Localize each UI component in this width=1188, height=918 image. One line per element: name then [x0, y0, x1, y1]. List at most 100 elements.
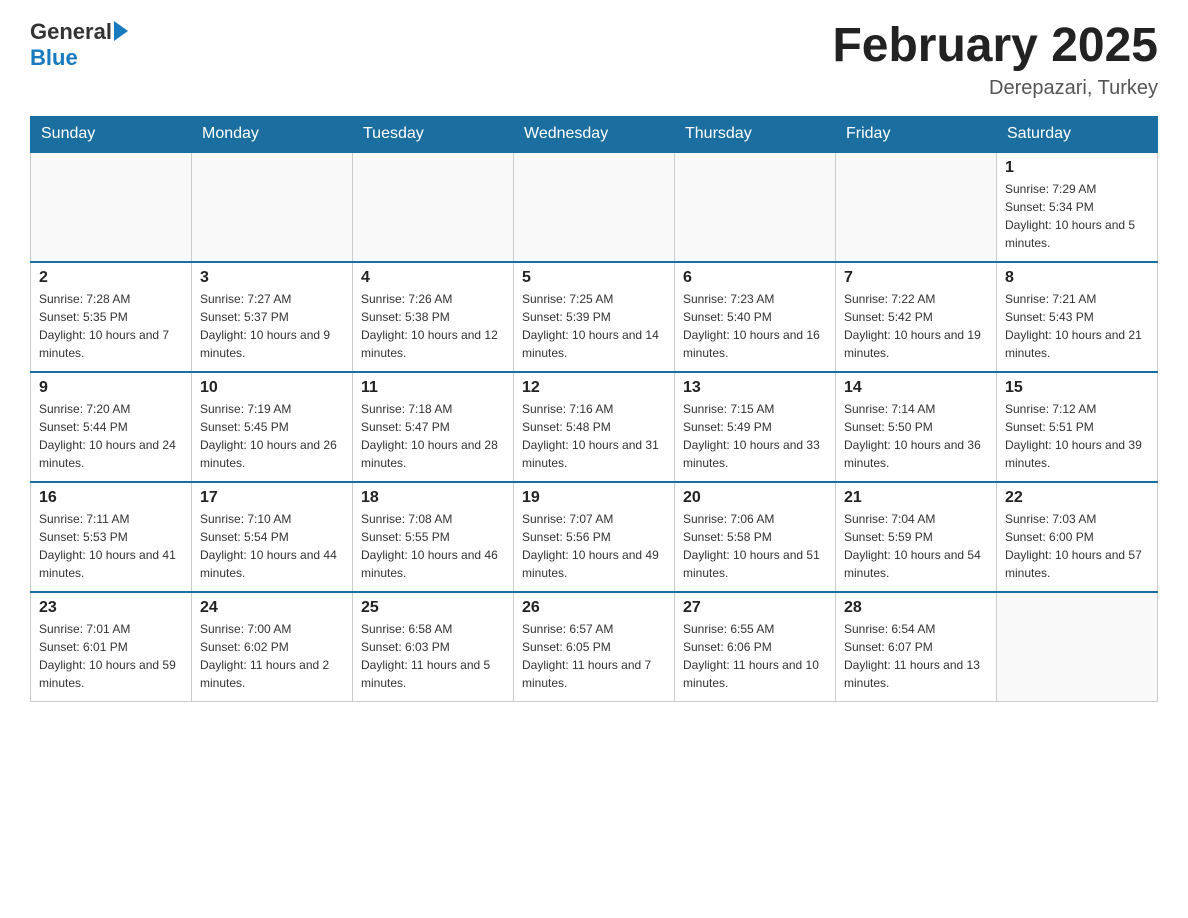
day-cell: 4Sunrise: 7:26 AMSunset: 5:38 PMDaylight… [353, 262, 514, 372]
day-info: Sunrise: 6:54 AMSunset: 6:07 PMDaylight:… [844, 620, 988, 692]
day-cell: 6 Sunrise: 7:23 AMSunset: 5:40 PMDaylight… [675, 262, 836, 372]
day-number: 9 [39, 379, 183, 397]
day-info: Sunrise: 7:21 AMSunset: 5:43 PMDaylight:… [1005, 290, 1149, 362]
day-number: 17 [200, 489, 344, 507]
day-cell: 20 Sunrise: 7:06 AMSunset: 5:58 PMDayligh… [675, 482, 836, 592]
day-info: Sunrise: 7:25 AMSunset: 5:39 PMDaylight:… [522, 290, 666, 362]
day-info: Sunrise: 7:28 AMSunset: 5:35 PMDaylight:… [39, 290, 183, 362]
day-cell: 19 Sunrise: 7:07 AMSunset: 5:56 PMDayligh… [514, 482, 675, 592]
day-cell: 10Sunrise: 7:19 AMSunset: 5:45 PMDayligh… [192, 372, 353, 482]
day-cell: 2 Sunrise: 7:28 AMSunset: 5:35 PMDaylight… [31, 262, 192, 372]
day-info: Sunrise: 7:29 AMSunset: 5:34 PMDaylight:… [1005, 180, 1149, 252]
week-row-4: 16 Sunrise: 7:11 AMSunset: 5:53 PMDayligh… [31, 482, 1158, 592]
day-info: Sunrise: 7:04 AMSunset: 5:59 PMDaylight:… [844, 510, 988, 582]
day-info: Sunrise: 7:20 AMSunset: 5:44 PMDaylight:… [39, 400, 183, 472]
day-cell: 11 Sunrise: 7:18 AMSunset: 5:47 PMDayligh… [353, 372, 514, 482]
day-info: Sunrise: 7:16 AMSunset: 5:48 PMDaylight:… [522, 400, 666, 472]
day-info: Sunrise: 7:07 AMSunset: 5:56 PMDaylight:… [522, 510, 666, 582]
day-cell: 18 Sunrise: 7:08 AMSunset: 5:55 PMDayligh… [353, 482, 514, 592]
day-cell [514, 152, 675, 262]
day-info: Sunrise: 7:27 AMSunset: 5:37 PMDaylight:… [200, 290, 344, 362]
day-number: 13 [683, 379, 827, 397]
day-number: 1 [1005, 159, 1149, 177]
day-info: Sunrise: 7:01 AMSunset: 6:01 PMDaylight:… [39, 620, 183, 692]
day-cell [31, 152, 192, 262]
day-number: 7 [844, 269, 988, 287]
day-number: 22 [1005, 489, 1149, 507]
day-cell: 26 Sunrise: 6:57 AMSunset: 6:05 PMDayligh… [514, 592, 675, 702]
col-saturday: Saturday [997, 116, 1158, 152]
week-row-1: 1 Sunrise: 7:29 AMSunset: 5:34 PMDaylight… [31, 152, 1158, 262]
day-cell: 22 Sunrise: 7:03 AMSunset: 6:00 PMDayligh… [997, 482, 1158, 592]
day-info: Sunrise: 7:12 AMSunset: 5:51 PMDaylight:… [1005, 400, 1149, 472]
day-info: Sunrise: 7:18 AMSunset: 5:47 PMDaylight:… [361, 400, 505, 472]
day-number: 25 [361, 599, 505, 617]
day-cell: 28 Sunrise: 6:54 AMSunset: 6:07 PMDayligh… [836, 592, 997, 702]
col-wednesday: Wednesday [514, 116, 675, 152]
day-number: 15 [1005, 379, 1149, 397]
day-info: Sunrise: 6:58 AMSunset: 6:03 PMDaylight:… [361, 620, 505, 692]
calendar-table: Sunday Monday Tuesday Wednesday Thursday… [30, 116, 1158, 703]
day-number: 20 [683, 489, 827, 507]
day-number: 14 [844, 379, 988, 397]
page-header: General Blue February 2025 Derepazari, T… [30, 20, 1158, 100]
calendar-title: February 2025 [832, 20, 1158, 73]
day-cell: 23 Sunrise: 7:01 AMSunset: 6:01 PMDayligh… [31, 592, 192, 702]
day-cell [353, 152, 514, 262]
day-number: 3 [200, 269, 344, 287]
day-cell: 25 Sunrise: 6:58 AMSunset: 6:03 PMDayligh… [353, 592, 514, 702]
day-number: 6 [683, 269, 827, 287]
logo-blue-text: Blue [30, 45, 78, 70]
day-cell [836, 152, 997, 262]
logo: General Blue [30, 20, 128, 70]
day-info: Sunrise: 7:10 AMSunset: 5:54 PMDaylight:… [200, 510, 344, 582]
day-info: Sunrise: 6:57 AMSunset: 6:05 PMDaylight:… [522, 620, 666, 692]
calendar-header-row: Sunday Monday Tuesday Wednesday Thursday… [31, 116, 1158, 152]
day-cell: 8 Sunrise: 7:21 AMSunset: 5:43 PMDaylight… [997, 262, 1158, 372]
day-cell: 16 Sunrise: 7:11 AMSunset: 5:53 PMDayligh… [31, 482, 192, 592]
day-number: 16 [39, 489, 183, 507]
week-row-2: 2 Sunrise: 7:28 AMSunset: 5:35 PMDaylight… [31, 262, 1158, 372]
col-friday: Friday [836, 116, 997, 152]
day-cell: 12 Sunrise: 7:16 AMSunset: 5:48 PMDayligh… [514, 372, 675, 482]
day-number: 11 [361, 379, 505, 397]
day-cell: 5Sunrise: 7:25 AMSunset: 5:39 PMDaylight… [514, 262, 675, 372]
day-cell: 21 Sunrise: 7:04 AMSunset: 5:59 PMDayligh… [836, 482, 997, 592]
day-number: 12 [522, 379, 666, 397]
day-cell: 15 Sunrise: 7:12 AMSunset: 5:51 PMDayligh… [997, 372, 1158, 482]
day-cell: 27Sunrise: 6:55 AMSunset: 6:06 PMDayligh… [675, 592, 836, 702]
day-cell: 13Sunrise: 7:15 AMSunset: 5:49 PMDayligh… [675, 372, 836, 482]
col-monday: Monday [192, 116, 353, 152]
day-number: 18 [361, 489, 505, 507]
week-row-5: 23 Sunrise: 7:01 AMSunset: 6:01 PMDayligh… [31, 592, 1158, 702]
col-thursday: Thursday [675, 116, 836, 152]
title-block: February 2025 Derepazari, Turkey [832, 20, 1158, 100]
day-cell: 3 Sunrise: 7:27 AMSunset: 5:37 PMDaylight… [192, 262, 353, 372]
day-info: Sunrise: 7:03 AMSunset: 6:00 PMDaylight:… [1005, 510, 1149, 582]
day-info: Sunrise: 7:14 AMSunset: 5:50 PMDaylight:… [844, 400, 988, 472]
day-number: 27 [683, 599, 827, 617]
day-cell [192, 152, 353, 262]
day-info: Sunrise: 7:26 AMSunset: 5:38 PMDaylight:… [361, 290, 505, 362]
day-info: Sunrise: 7:11 AMSunset: 5:53 PMDaylight:… [39, 510, 183, 582]
week-row-3: 9 Sunrise: 7:20 AMSunset: 5:44 PMDaylight… [31, 372, 1158, 482]
day-info: Sunrise: 7:22 AMSunset: 5:42 PMDaylight:… [844, 290, 988, 362]
day-number: 2 [39, 269, 183, 287]
logo-arrow-icon [114, 21, 128, 41]
logo-general-text: General [30, 19, 112, 44]
day-cell [675, 152, 836, 262]
col-tuesday: Tuesday [353, 116, 514, 152]
day-cell: 24Sunrise: 7:00 AMSunset: 6:02 PMDayligh… [192, 592, 353, 702]
day-number: 19 [522, 489, 666, 507]
day-info: Sunrise: 7:06 AMSunset: 5:58 PMDaylight:… [683, 510, 827, 582]
day-info: Sunrise: 7:08 AMSunset: 5:55 PMDaylight:… [361, 510, 505, 582]
day-number: 8 [1005, 269, 1149, 287]
day-number: 21 [844, 489, 988, 507]
day-info: Sunrise: 7:23 AMSunset: 5:40 PMDaylight:… [683, 290, 827, 362]
day-info: Sunrise: 7:00 AMSunset: 6:02 PMDaylight:… [200, 620, 344, 692]
day-number: 28 [844, 599, 988, 617]
day-number: 23 [39, 599, 183, 617]
day-number: 26 [522, 599, 666, 617]
calendar-subtitle: Derepazari, Turkey [832, 77, 1158, 100]
day-cell: 14 Sunrise: 7:14 AMSunset: 5:50 PMDayligh… [836, 372, 997, 482]
